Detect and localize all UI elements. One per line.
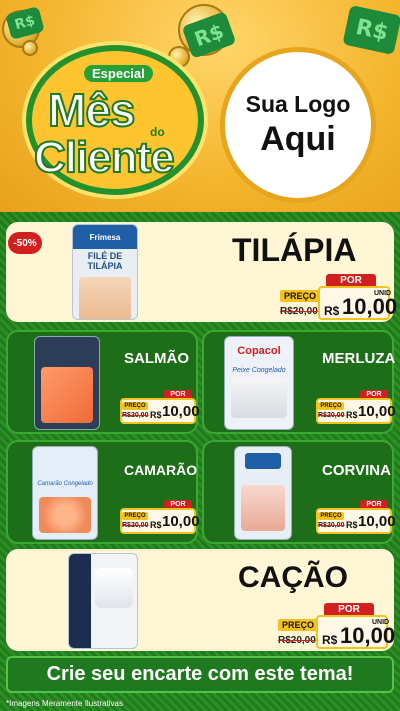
brand-label: Copacol [237, 345, 281, 357]
product-card-salmao: SALMÃO POR PREÇO R$20,00 R$ 10,00 [6, 330, 200, 434]
product-name: CAMARÃO [124, 462, 198, 478]
price-currency: R$ [150, 410, 162, 420]
price-old: R$20,00 [318, 412, 345, 419]
product-image-tilapia: Frimesa FILÉ DE TILÁPIA [72, 224, 138, 320]
product-image-corvina [234, 446, 292, 540]
price-preco-label: PREÇO [278, 619, 318, 631]
logo-placeholder: Sua Logo Aqui [220, 47, 376, 203]
price-tag: POR PREÇO R$20,00 R$ 10,00 [316, 390, 396, 424]
logo-line1: Sua Logo [245, 91, 351, 117]
brand-label: Frimesa [73, 225, 137, 249]
fish-fillet-image [79, 277, 131, 319]
product-card-merluza: Copacol Peixe Congelado MERLUZA POR PREÇ… [202, 330, 396, 434]
package-text: Camarão Congelado [37, 481, 93, 487]
price-tag: POR PREÇO R$20,00 R$ 10,00 [120, 500, 200, 534]
badge-cliente: Cliente [33, 132, 176, 183]
badge-mes: Mês [47, 83, 137, 137]
price-value: 10,00 [342, 294, 398, 319]
logo-line2: Aqui [260, 120, 336, 158]
product-image-cacao [68, 553, 138, 649]
badge-especial: Especial [84, 65, 153, 82]
product-image-merluza: Copacol Peixe Congelado [224, 336, 294, 430]
product-name: MERLUZA [322, 350, 396, 367]
price-tag: POR PREÇO R$20,00 R$ 10,00 [316, 500, 396, 534]
coin-icon [22, 40, 38, 56]
price-currency: R$ [346, 410, 358, 420]
price-unit: UNID [374, 290, 392, 297]
package-text: FILÉ DE TILÁPIA [87, 251, 123, 271]
product-image-camarao: Camarão Congelado [32, 446, 98, 540]
price-currency: R$ [346, 520, 358, 530]
price-currency: R$ [324, 304, 340, 318]
cta-banner[interactable]: Crie seu encarte com este tema! [6, 656, 394, 693]
price-old: R$20,00 [280, 306, 318, 317]
footnote: *Imagens Meramente Ilustrativas [6, 699, 123, 708]
product-image-salmao [34, 336, 100, 430]
price-currency: R$ [150, 520, 162, 530]
money-bill-icon: R$ [342, 5, 400, 55]
flyer-page: R$ R$ R$ Especial Mês do Cliente Sua Log… [0, 0, 400, 711]
price-old: R$20,00 [278, 635, 316, 646]
salmon-fillet-image [41, 367, 93, 423]
fish-fillet-image [241, 485, 285, 531]
price-value: 10,00 [340, 623, 396, 648]
fish-fillet-image [231, 378, 287, 418]
price-preco-label: PREÇO [122, 402, 148, 410]
price-old: R$20,00 [122, 412, 149, 419]
product-name: CORVINA [322, 462, 391, 479]
product-name: CAÇÃO [238, 561, 348, 594]
price-preco-label: PREÇO [122, 512, 148, 520]
price-value: 10,00 [162, 403, 200, 420]
fish-steak-image [95, 568, 133, 608]
product-card-camarao: Camarão Congelado CAMARÃO POR PREÇO R$20… [6, 440, 200, 544]
package-text: Peixe Congelado [232, 367, 286, 374]
price-old: R$20,00 [318, 522, 345, 529]
mes-do-cliente-badge: Especial Mês do Cliente [26, 45, 204, 195]
header-banner: R$ R$ R$ Especial Mês do Cliente Sua Log… [0, 0, 400, 212]
brand-label-shape [245, 453, 281, 469]
price-tag: POR PREÇO R$20,00 R$ 10,00 UNID [278, 603, 395, 649]
package-side-band [69, 554, 91, 648]
price-tag: POR PREÇO R$20,00 R$ 10,00 UNID [280, 274, 397, 320]
price-currency: R$ [322, 633, 338, 647]
price-preco-label: PREÇO [318, 512, 344, 520]
price-preco-label: PREÇO [318, 402, 344, 410]
price-preco-label: PREÇO [280, 290, 320, 302]
discount-badge: -50% [8, 232, 42, 254]
price-tag: POR PREÇO R$20,00 R$ 10,00 [120, 390, 200, 424]
product-card-tilapia: Frimesa FILÉ DE TILÁPIA TILÁPIA POR PREÇ… [6, 222, 397, 322]
price-old: R$20,00 [122, 522, 149, 529]
product-name: TILÁPIA [232, 232, 357, 268]
product-card-cacao: CAÇÃO POR PREÇO R$20,00 R$ 10,00 UNID [6, 549, 395, 651]
product-card-corvina: CORVINA POR PREÇO R$20,00 R$ 10,00 [202, 440, 396, 544]
price-value: 10,00 [162, 513, 200, 530]
price-value: 10,00 [358, 513, 396, 530]
shrimp-image [39, 497, 91, 533]
price-value: 10,00 [358, 403, 396, 420]
product-name: SALMÃO [124, 350, 189, 367]
price-unit: UNID [372, 619, 390, 626]
